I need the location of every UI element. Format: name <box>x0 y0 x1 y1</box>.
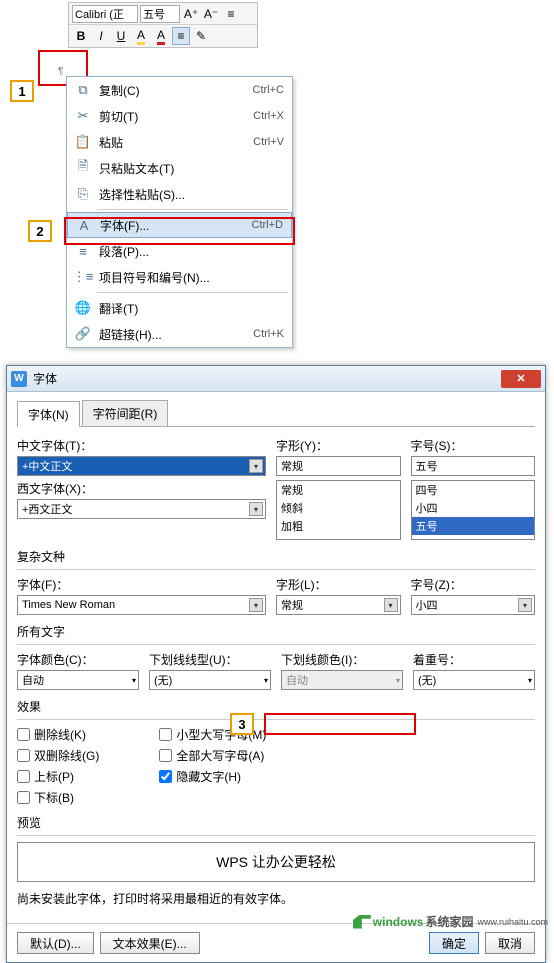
complex-section-title: 复杂文种 <box>17 548 535 565</box>
ulcolor-combo: 自动▾ <box>281 670 403 690</box>
font-note: 尚未安装此字体，打印时将采用最相近的有效字体。 <box>17 890 535 907</box>
menu-paste[interactable]: 📋 粘贴 Ctrl+V <box>67 129 292 155</box>
fontcolor-label: 字体颜色(C)： <box>17 651 139 668</box>
shrink-font-button[interactable]: A⁻ <box>202 5 220 23</box>
underline-combo[interactable]: (无)▾ <box>149 670 271 690</box>
grow-font-button[interactable]: A⁺ <box>182 5 200 23</box>
dialog-title: 字体 <box>33 370 501 387</box>
size-label: 字号(S)： <box>411 437 536 454</box>
paragraph-icon: ≡ <box>73 244 93 259</box>
chk-super[interactable]: 上标(P) <box>17 768 99 785</box>
complex-style-combo[interactable]: 常规▾ <box>276 595 401 615</box>
paste-special-icon: ⎘ <box>73 186 93 202</box>
complex-size-label: 字号(Z)： <box>411 576 536 593</box>
preview-section-title: 预览 <box>17 814 535 831</box>
tab-spacing[interactable]: 字符间距(R) <box>82 400 169 426</box>
copy-icon: ⧉ <box>73 82 93 98</box>
latin-font-combo[interactable]: +西文正文▾ <box>17 499 266 519</box>
menu-separator <box>97 209 288 210</box>
cjk-font-combo[interactable]: +中文正文▾ <box>17 456 266 476</box>
paste-text-icon: 🗎 <box>73 157 93 179</box>
align-button[interactable]: ≡ <box>172 27 190 45</box>
chk-strike[interactable]: 删除线(K) <box>17 726 99 743</box>
highlight-button[interactable]: A <box>132 27 150 45</box>
callout-1: 1 <box>10 80 34 102</box>
menu-cut[interactable]: ✂ 剪切(T) Ctrl+X <box>67 103 292 129</box>
style-label: 字形(Y)： <box>276 437 401 454</box>
line-spacing-button[interactable]: ≡ <box>222 5 240 23</box>
ok-button[interactable]: 确定 <box>429 932 479 954</box>
menu-paste-text[interactable]: 🗎 只粘贴文本(T) <box>67 155 292 181</box>
menu-paste-special[interactable]: ⎘ 选择性粘贴(S)... <box>67 181 292 207</box>
cut-icon: ✂ <box>73 108 93 124</box>
emphasis-label: 着重号： <box>413 651 535 668</box>
preview-box: WPS 让办公更轻松 <box>17 842 535 882</box>
highlight-box-3 <box>264 713 416 735</box>
menu-copy[interactable]: ⧉ 复制(C) Ctrl+C <box>67 77 292 103</box>
complex-font-label: 字体(F)： <box>17 576 266 593</box>
font-dialog: W 字体 ✕ 字体(N) 字符间距(R) 中文字体(T)： +中文正文▾ 字形(… <box>6 365 546 963</box>
translate-icon: 🌐 <box>73 300 93 316</box>
chk-sub[interactable]: 下标(B) <box>17 789 99 806</box>
dialog-tabs: 字体(N) 字符间距(R) <box>17 400 535 427</box>
format-painter-button[interactable]: ✎ <box>192 27 210 45</box>
paragraph-mark-icon: ¶ <box>58 66 63 77</box>
highlight-box-2 <box>64 217 295 245</box>
menu-translate[interactable]: 🌐 翻译(T) <box>67 295 292 321</box>
menu-separator <box>97 292 288 293</box>
menu-hyperlink[interactable]: 🔗 超链接(H)... Ctrl+K <box>67 321 292 347</box>
bold-button[interactable]: B <box>72 27 90 45</box>
dialog-titlebar: W 字体 ✕ <box>7 366 545 392</box>
font-size-combo[interactable]: 五号 <box>140 5 180 23</box>
font-color-button[interactable]: A <box>152 27 170 45</box>
context-menu: ⧉ 复制(C) Ctrl+C ✂ 剪切(T) Ctrl+X 📋 粘贴 Ctrl+… <box>66 76 293 348</box>
hyperlink-icon: 🔗 <box>73 326 93 342</box>
callout-3: 3 <box>230 713 254 735</box>
cancel-button[interactable]: 取消 <box>485 932 535 954</box>
chk-dstrike[interactable]: 双删除线(G) <box>17 747 99 764</box>
fontcolor-combo[interactable]: 自动▾ <box>17 670 139 690</box>
text-effect-button[interactable]: 文本效果(E)... <box>100 932 200 954</box>
callout-2: 2 <box>28 220 52 242</box>
underline-button[interactable]: U <box>112 27 130 45</box>
emphasis-combo[interactable]: (无)▾ <box>413 670 535 690</box>
complex-font-combo[interactable]: Times New Roman▾ <box>17 595 266 615</box>
latin-font-label: 西文字体(X)： <box>17 480 266 497</box>
menu-bullets[interactable]: ⋮≡ 项目符号和编号(N)... <box>67 264 292 290</box>
ulcolor-label: 下划线颜色(I)： <box>281 651 403 668</box>
tab-font[interactable]: 字体(N) <box>17 401 80 427</box>
complex-size-combo[interactable]: 小四▾ <box>411 595 536 615</box>
allchars-section-title: 所有文字 <box>17 623 535 640</box>
cjk-font-label: 中文字体(T)： <box>17 437 266 454</box>
chk-allcaps[interactable]: 全部大写字母(A) <box>159 747 266 764</box>
style-combo[interactable]: 常规 <box>276 456 401 476</box>
font-family-combo[interactable]: Calibri (正 <box>72 5 138 23</box>
close-button[interactable]: ✕ <box>501 370 541 388</box>
style-listbox[interactable]: 常规 倾斜 加粗 <box>276 480 401 540</box>
app-icon: W <box>11 371 27 387</box>
complex-style-label: 字形(L)： <box>276 576 401 593</box>
bullets-icon: ⋮≡ <box>73 269 93 285</box>
underline-label: 下划线线型(U)： <box>149 651 271 668</box>
size-listbox[interactable]: 四号 小四 五号 <box>411 480 536 540</box>
formatting-toolbar: Calibri (正 五号 A⁺ A⁻ ≡ B I U A A ≡ ✎ <box>68 2 258 48</box>
italic-button[interactable]: I <box>92 27 110 45</box>
default-button[interactable]: 默认(D)... <box>17 932 94 954</box>
watermark-logo-icon <box>353 915 371 929</box>
watermark: windows系统家园 www.ruihaitu.com <box>353 913 548 930</box>
size-combo[interactable]: 五号 <box>411 456 536 476</box>
chk-hidden[interactable]: 隐藏文字(H) <box>159 768 266 785</box>
paste-icon: 📋 <box>73 134 93 150</box>
